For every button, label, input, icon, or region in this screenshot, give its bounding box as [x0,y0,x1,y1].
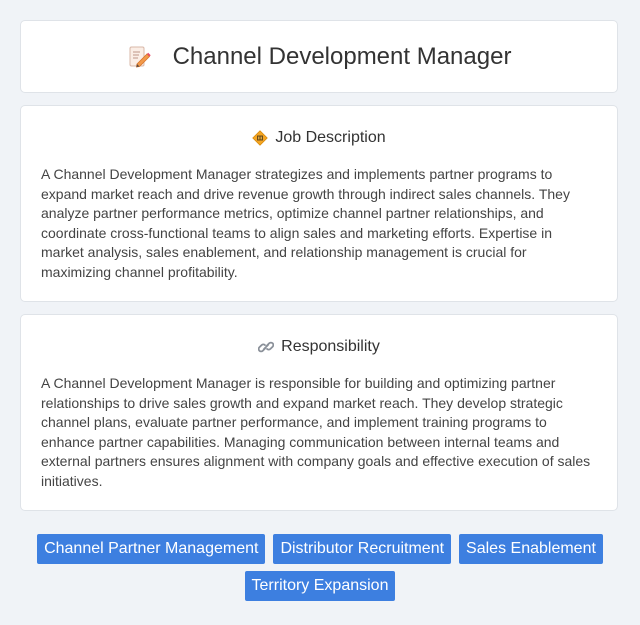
tag-sales-enablement[interactable]: Sales Enablement [459,534,603,564]
responsibility-text: A Channel Development Manager is respons… [41,375,591,489]
tag-territory-expansion[interactable]: Territory Expansion [244,571,396,601]
skill-tags: Channel Partner Management Distributor R… [20,534,620,601]
page-title: Channel Development Manager [172,42,512,70]
link-icon [258,339,275,355]
job-description-heading: Job Description [41,127,597,149]
responsibility-card: Responsibility A Channel Development Man… [20,314,618,511]
section-title: Job Description [275,129,386,146]
tag-channel-partner-management[interactable]: Channel Partner Management [37,534,266,564]
responsibility-heading: Responsibility [41,336,597,358]
section-title: Responsibility [281,338,380,355]
header-card: Channel Development Manager [20,20,618,93]
tag-distributor-recruitment[interactable]: Distributor Recruitment [273,534,452,564]
job-description-card: Job Description A Channel Development Ma… [20,105,618,302]
diamond-badge-icon [252,130,269,146]
job-description-text: A Channel Development Manager strategize… [41,166,570,280]
memo-pencil-icon [127,45,151,69]
